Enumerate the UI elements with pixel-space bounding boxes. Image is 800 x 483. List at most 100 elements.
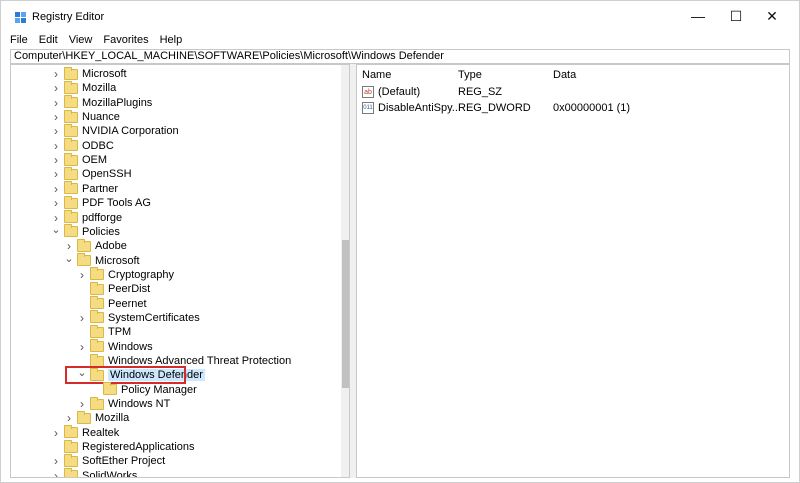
tree-item-label: Windows Advanced Threat Protection <box>108 355 292 367</box>
chevron-right-icon[interactable]: › <box>77 268 87 282</box>
chevron-right-icon[interactable]: › <box>64 239 74 253</box>
tree-item[interactable]: › Windows NT <box>77 396 171 411</box>
folder-icon <box>64 152 78 166</box>
chevron-right-icon[interactable]: › <box>51 139 61 153</box>
value-row[interactable]: 011 DisableAntiSpy... REG_DWORD 0x00000001 … <box>357 102 789 117</box>
folder-icon <box>64 166 78 180</box>
chevron-down-icon[interactable]: ⌄ <box>64 253 74 265</box>
tree-item-label: TPM <box>108 326 132 339</box>
values-header: Name Type Data <box>357 69 789 85</box>
registry-key-tree[interactable]: › Microsoft › Mozilla › MozillaPlugins › Nuance… <box>10 64 350 478</box>
column-data-header[interactable]: Data <box>553 69 576 81</box>
menu-edit[interactable]: Edit <box>39 34 58 46</box>
tree-item[interactable]: › Realtek <box>51 425 120 440</box>
tree-item-label: PeerDist <box>108 283 151 296</box>
tree-item[interactable]: › Windows <box>77 339 153 354</box>
value-name: (Default) <box>378 86 421 98</box>
chevron-right-icon[interactable]: › <box>51 426 61 440</box>
tree-item[interactable]: › MozillaPlugins <box>51 95 153 110</box>
menu-bar: File Edit View Favorites Help <box>1 31 799 48</box>
value-name: DisableAntiSpy... <box>378 102 461 114</box>
folder-icon <box>64 195 78 209</box>
chevron-right-icon[interactable]: › <box>51 81 61 95</box>
chevron-right-icon[interactable]: › <box>51 124 61 138</box>
tree-item[interactable]: › Mozilla <box>64 410 129 425</box>
folder-icon <box>64 453 78 467</box>
menu-view[interactable]: View <box>69 34 93 46</box>
maximize-button[interactable]: ☐ <box>719 1 753 31</box>
tree-item[interactable]: › Mozilla <box>51 80 116 95</box>
folder-icon <box>64 425 78 439</box>
chevron-right-icon[interactable]: › <box>51 196 61 210</box>
chevron-right-icon[interactable]: › <box>64 411 74 425</box>
folder-icon <box>64 109 78 123</box>
menu-file[interactable]: File <box>10 34 28 46</box>
address-bar[interactable]: Computer\HKEY_LOCAL_MACHINE\SOFTWARE\Pol… <box>10 49 790 64</box>
folder-icon <box>64 80 78 94</box>
folder-icon <box>77 410 91 424</box>
chevron-right-icon[interactable]: › <box>51 469 61 477</box>
tree-item[interactable]: ⌄ Microsoft <box>64 253 139 268</box>
chevron-right-icon[interactable]: › <box>51 110 61 124</box>
chevron-right-icon[interactable]: › <box>51 67 61 81</box>
tree-item[interactable]: › Partner <box>51 181 118 196</box>
tree-item[interactable]: TPM <box>77 324 132 339</box>
tree-item[interactable]: › OEM <box>51 152 107 167</box>
tree-item[interactable]: › PDF Tools AG <box>51 195 151 210</box>
registry-values-list[interactable]: Name Type Data ab (Default) REG_SZ 011 Disab… <box>356 64 790 478</box>
menu-help[interactable]: Help <box>160 34 183 46</box>
tree-item[interactable]: › SolidWorks <box>51 468 137 477</box>
chevron-right-icon[interactable]: › <box>51 454 61 468</box>
tree-item-label: Realtek <box>82 426 120 439</box>
tree-item[interactable]: › NVIDIA Corporation <box>51 123 179 138</box>
tree-item-label: Microsoft <box>82 68 127 80</box>
tree-item-label: RegisteredApplications <box>82 441 195 454</box>
chevron-right-icon[interactable]: › <box>51 96 61 110</box>
tree-item[interactable]: › Microsoft <box>51 66 127 81</box>
folder-icon <box>90 281 104 295</box>
tree-scrollbar-thumb[interactable] <box>342 240 349 388</box>
chevron-right-icon[interactable]: › <box>77 397 87 411</box>
folder-icon <box>90 396 104 410</box>
chevron-right-icon[interactable]: › <box>51 211 61 225</box>
value-name-cell: ab (Default) <box>362 86 420 98</box>
tree-item[interactable]: ⌄ Policies <box>51 224 120 239</box>
column-type-header[interactable]: Type <box>458 69 482 81</box>
registry-editor-window: Registry Editor — ☐ ✕ File Edit View Fav… <box>0 0 800 483</box>
tree-item[interactable]: › SoftEther Project <box>51 453 165 468</box>
tree-item[interactable]: › SystemCertificates <box>77 310 200 325</box>
column-name-header[interactable]: Name <box>362 69 391 81</box>
registry-editor-icon <box>15 12 26 23</box>
chevron-right-icon[interactable]: › <box>77 340 87 354</box>
folder-icon <box>77 253 91 267</box>
tree-item-label: Windows NT <box>108 398 171 411</box>
tree-item-label: Windows <box>108 340 153 353</box>
tree-item[interactable]: › Nuance <box>51 109 120 124</box>
tree-item[interactable]: › Cryptography <box>77 267 174 282</box>
tree-item[interactable]: Peernet <box>77 296 147 311</box>
tree-item[interactable]: Policy Manager <box>90 382 197 397</box>
tree-item[interactable]: RegisteredApplications <box>51 439 195 454</box>
value-row[interactable]: ab (Default) REG_SZ <box>357 86 789 101</box>
tree-item[interactable]: › pdfforge <box>51 210 122 225</box>
chevron-right-icon[interactable]: › <box>51 167 61 181</box>
menu-favorites[interactable]: Favorites <box>103 34 148 46</box>
folder-icon <box>64 95 78 109</box>
tree-item[interactable]: › OpenSSH <box>51 166 132 181</box>
tree-item-label: PDF Tools AG <box>82 197 151 210</box>
chevron-right-icon[interactable]: › <box>77 311 87 325</box>
tree-item[interactable]: PeerDist <box>77 281 151 296</box>
title-bar[interactable]: Registry Editor — ☐ ✕ <box>1 1 799 31</box>
chevron-right-icon[interactable]: › <box>51 182 61 196</box>
tree-scrollbar[interactable] <box>341 65 349 477</box>
close-button[interactable]: ✕ <box>755 1 789 31</box>
minimize-button[interactable]: — <box>681 1 715 31</box>
chevron-right-icon[interactable]: › <box>51 153 61 167</box>
tree-item-label: MozillaPlugins <box>82 96 153 109</box>
tree-item[interactable]: › ODBC <box>51 138 114 153</box>
chevron-down-icon[interactable]: ⌄ <box>51 224 61 236</box>
